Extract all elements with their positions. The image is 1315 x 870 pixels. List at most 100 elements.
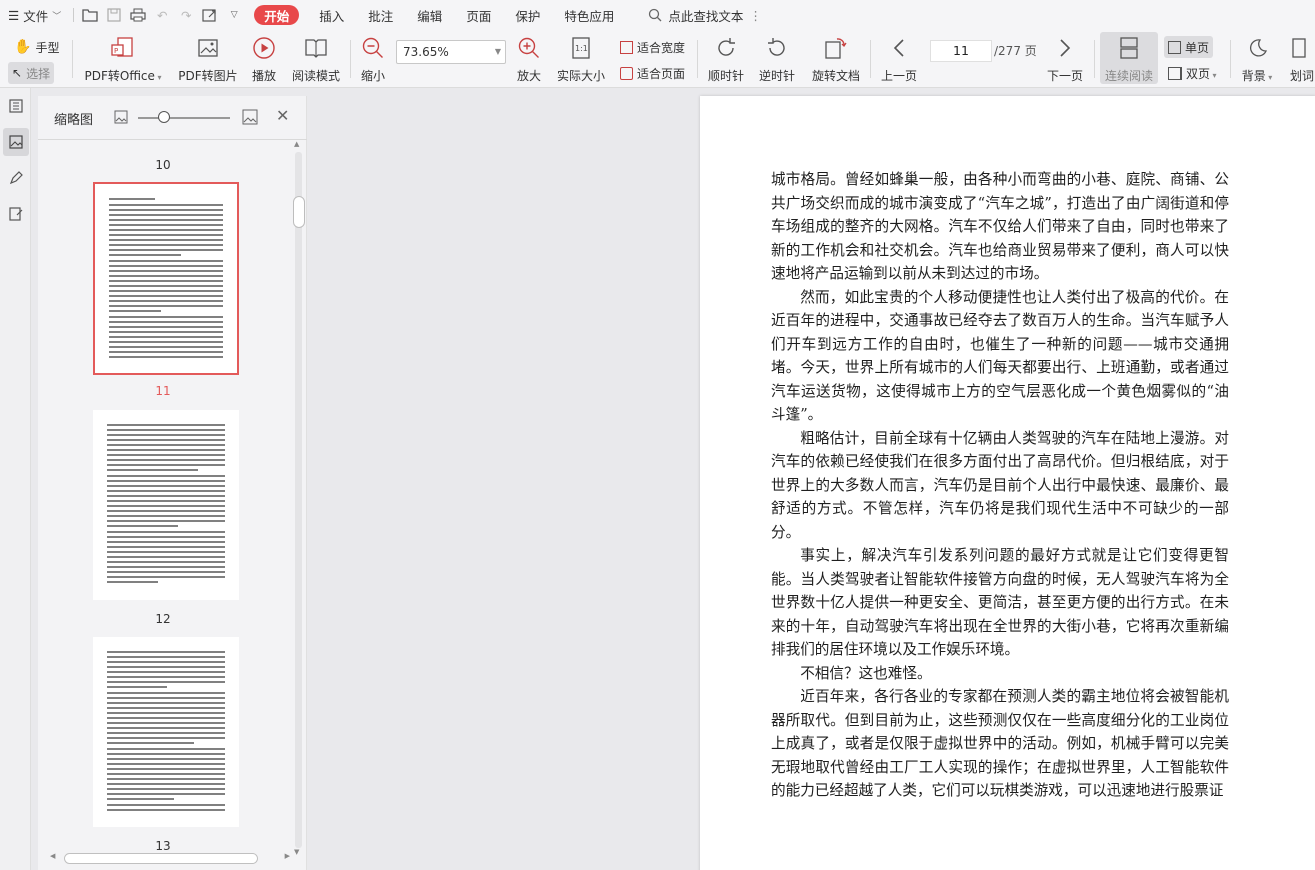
actual-size-button[interactable]: 1:1 实际大小 xyxy=(555,32,607,84)
thumbnail-text-line xyxy=(107,722,225,724)
continuous-read-label: 连续阅读 xyxy=(1104,69,1153,83)
redo-icon[interactable]: ↷ xyxy=(174,0,198,30)
thumbnail-text-line xyxy=(107,424,225,426)
thumbnail-text-line xyxy=(107,712,225,714)
close-icon[interactable]: ✕ xyxy=(276,106,289,125)
undo-icon[interactable]: ↶ xyxy=(150,0,174,30)
zoom-out-label: 缩小 xyxy=(360,69,385,83)
image-small-icon[interactable] xyxy=(114,110,128,127)
continuous-read-button[interactable]: 连续阅读 xyxy=(1100,32,1158,84)
thumbnail-content xyxy=(107,424,225,586)
thumbnail-size-slider[interactable] xyxy=(138,117,230,119)
zoom-in-label: 放大 xyxy=(516,69,541,83)
zoom-level-field[interactable]: 73.65% ▼ xyxy=(396,40,506,64)
export-icon[interactable] xyxy=(198,0,222,30)
paragraph: 近百年来，各行各业的专家都在预测人类的霸主地位将会被智能机器所取代。但到目前为止… xyxy=(771,688,1229,799)
pdf-to-office-button[interactable]: P PDF转Office ▾ xyxy=(84,32,162,84)
thumbnail-panel: 缩略图 ✕ 10 11 12 13 ▲ ▼ ◀ ▶ xyxy=(38,96,307,870)
hand-tool-button[interactable]: ✋ 手型 xyxy=(10,36,63,58)
thumbnail-text-line xyxy=(107,692,225,694)
thumbnail-text-line xyxy=(107,788,225,790)
thumbnail-size-slider-handle[interactable] xyxy=(158,111,170,123)
search-box[interactable]: 点此查找文本 ⋮ xyxy=(640,0,770,30)
hand-tool-label: 手型 xyxy=(35,40,60,55)
thumbnail-text-line xyxy=(109,305,223,307)
single-page-button[interactable]: 单页 xyxy=(1164,36,1214,58)
tab-special[interactable]: 特色应用 xyxy=(552,0,626,30)
tab-start[interactable]: 开始 xyxy=(254,5,300,25)
thumbnail-page[interactable] xyxy=(93,410,239,600)
thumbnail-text-line xyxy=(107,661,225,663)
select-tool-label: 选择 xyxy=(26,66,51,81)
thumbnail-text-line xyxy=(107,676,225,678)
thumbnail-text-line xyxy=(107,571,225,573)
double-page-icon xyxy=(1168,66,1182,80)
tab-protect[interactable]: 保护 xyxy=(503,0,552,30)
print-icon[interactable] xyxy=(126,0,150,30)
background-button[interactable]: 背景 ▾ xyxy=(1238,32,1276,84)
thumbnail-text-line xyxy=(109,234,223,236)
rotate-clockwise-button[interactable]: 顺时针 xyxy=(705,32,747,84)
rotate-counter-clockwise-button[interactable]: 逆时针 xyxy=(756,32,798,84)
separator xyxy=(1230,40,1231,78)
paragraph: 不相信？这也难怪。 xyxy=(800,664,932,682)
zoom-out-button[interactable]: 缩小 xyxy=(358,32,388,84)
zoom-in-button[interactable]: 放大 xyxy=(514,32,544,84)
search-icon xyxy=(649,8,662,22)
thumbnail-text-line xyxy=(107,702,225,704)
double-page-button[interactable]: 双页 ▾ xyxy=(1164,62,1221,84)
document-viewport[interactable]: 城市格局。曾经如蜂巢一般，由各种小而弯曲的小巷、庭院、商铺、公共广场交织而成的城… xyxy=(315,88,1315,870)
thumbnail-text-line xyxy=(107,500,225,502)
scroll-up-icon[interactable]: ▲ xyxy=(294,140,299,148)
scroll-left-icon[interactable]: ◀ xyxy=(50,852,55,860)
thumbnail-text-line xyxy=(107,546,225,548)
save-icon[interactable] xyxy=(102,0,126,30)
scroll-down-icon[interactable]: ▼ xyxy=(294,848,299,856)
continuous-read-icon xyxy=(1116,35,1142,61)
menu-bar: ☰ 文件 ﹀ ↶ ↷ ▽ 开始 插入 批注 编辑 页面 保护 特色应用 点此查找… xyxy=(0,0,1315,30)
rotate-document-label: 旋转文档 xyxy=(811,69,860,83)
thumbnail-vertical-scrollbar[interactable]: ▲ ▼ xyxy=(291,140,305,856)
rotate-document-button[interactable]: 旋转文档 xyxy=(808,32,864,84)
thumbnail-panel-icon[interactable] xyxy=(3,128,29,156)
actual-size-icon: 1:1 xyxy=(568,35,594,61)
scroll-right-icon[interactable]: ▶ xyxy=(285,852,290,860)
quick-access-dropdown-icon[interactable]: ▽ xyxy=(222,0,246,30)
open-icon[interactable] xyxy=(78,0,102,30)
prev-page-button[interactable]: 上一页 xyxy=(878,32,920,84)
chevron-down-icon[interactable]: ▼ xyxy=(495,41,501,63)
read-mode-button[interactable]: 阅读模式 xyxy=(290,32,342,84)
thumbnail-text-line xyxy=(107,753,225,755)
tab-insert[interactable]: 插入 xyxy=(307,0,356,30)
tab-annotate[interactable]: 批注 xyxy=(356,0,405,30)
bookmark-panel-icon[interactable] xyxy=(3,92,29,120)
thumbnail-text-line xyxy=(107,686,168,688)
pdf-to-image-label: PDF转图片 xyxy=(178,69,238,83)
annotation-panel-icon[interactable] xyxy=(3,164,29,192)
thumbnail-text-line xyxy=(107,551,225,553)
next-page-button[interactable]: 下一页 xyxy=(1044,32,1086,84)
cursor-icon: ↖ xyxy=(12,66,23,80)
thumbnail-horizontal-scrollbar[interactable]: ◀ ▶ xyxy=(46,852,292,864)
attachment-panel-icon[interactable] xyxy=(3,200,29,228)
highlight-word-button[interactable]: 划词 xyxy=(1288,32,1315,84)
thumbnail-page[interactable] xyxy=(93,637,239,827)
scrollbar-thumb[interactable] xyxy=(64,853,258,864)
tab-page[interactable]: 页面 xyxy=(454,0,503,30)
thumbnail-page[interactable] xyxy=(93,182,239,375)
tab-edit[interactable]: 编辑 xyxy=(405,0,454,30)
fit-page-button[interactable]: 适合页面 xyxy=(616,62,689,84)
fit-width-button[interactable]: 适合宽度 xyxy=(616,36,689,58)
select-tool-button[interactable]: ↖ 选择 xyxy=(8,62,55,84)
page-number-input[interactable]: 11 xyxy=(930,40,992,62)
play-button[interactable]: 播放 xyxy=(248,32,280,84)
scrollbar-thumb[interactable] xyxy=(293,196,305,228)
search-label: 点此查找文本 xyxy=(668,8,744,24)
thumbnail-panel-header: 缩略图 ✕ xyxy=(38,96,307,140)
thumbnail-text-line xyxy=(109,280,223,282)
thumbnail-text-line xyxy=(107,515,225,517)
file-menu[interactable]: ☰ 文件 ﹀ xyxy=(0,0,69,30)
pdf-to-image-button[interactable]: PDF转图片 xyxy=(178,32,238,84)
more-icon: ⋮ xyxy=(749,7,762,23)
image-large-icon[interactable] xyxy=(242,109,258,128)
